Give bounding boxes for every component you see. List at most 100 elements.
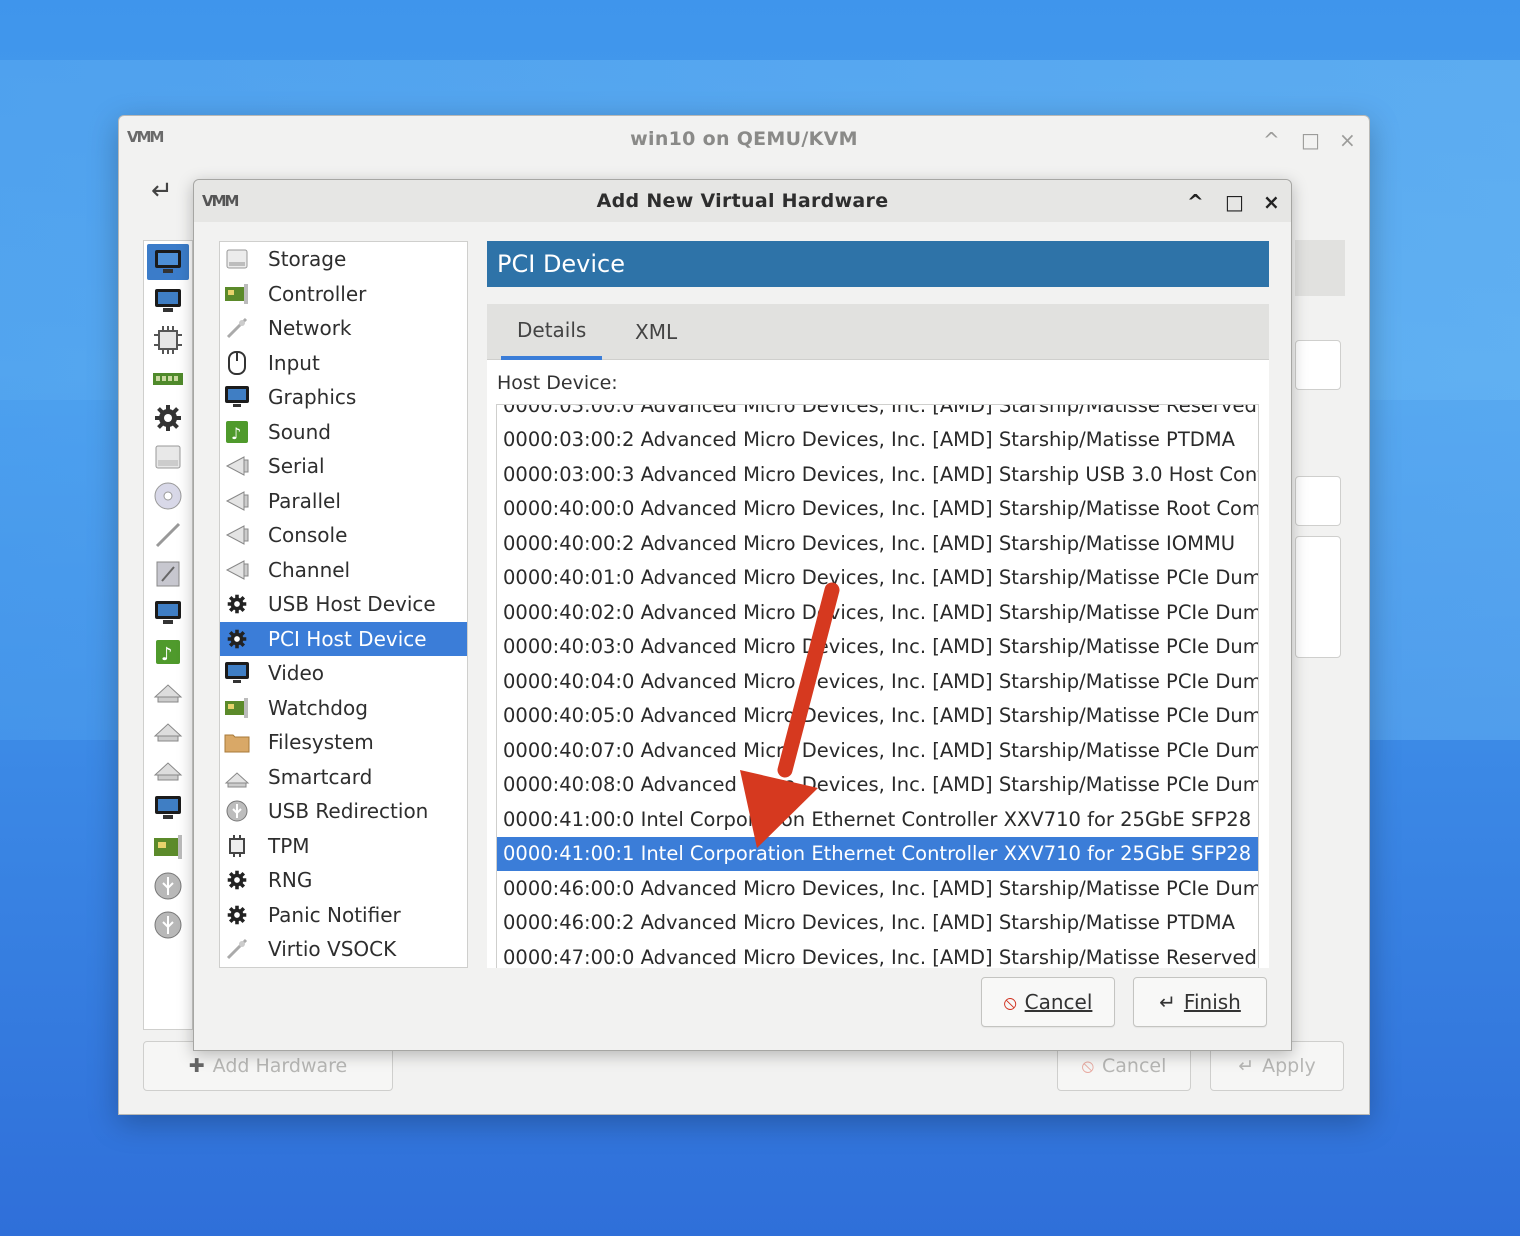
device-row[interactable]: 0000:03:00:2 Advanced Micro Devices, Inc… — [497, 423, 1258, 458]
device-row[interactable]: 0000:40:03:0 Advanced Micro Devices, Inc… — [497, 630, 1258, 665]
vmm-logo-icon: VMM — [202, 192, 239, 210]
usb-icon[interactable] — [150, 868, 186, 904]
finish-label: Finish — [1183, 990, 1241, 1014]
maximize-chevron-icon[interactable]: ^ — [1263, 128, 1280, 152]
hardware-type-item[interactable]: Smartcard — [220, 760, 467, 795]
hardware-type-item[interactable]: Console — [220, 518, 467, 553]
storage-icon — [224, 246, 250, 272]
parallel-port-icon — [224, 488, 250, 514]
background-field — [1295, 476, 1341, 526]
network-plug-icon — [224, 315, 250, 341]
main-cancel-label: Cancel — [1102, 1055, 1167, 1077]
hardware-type-item[interactable]: ♪ Sound — [220, 415, 467, 450]
chip-icon — [224, 833, 250, 859]
cancel-icon: ⦸ — [1081, 1055, 1094, 1077]
vmm-logo-icon: VMM — [127, 128, 164, 146]
restore-icon[interactable]: □ — [1225, 190, 1244, 214]
network-plug-icon[interactable] — [150, 517, 186, 553]
details-pane: Host Device: 0000:03:00:0 Advanced Micro… — [487, 360, 1269, 968]
hardware-type-item[interactable]: Parallel — [220, 484, 467, 519]
maximize-chevron-icon[interactable]: ^ — [1187, 190, 1204, 214]
add-hardware-dialog: VMM Add New Virtual Hardware ^ □ × Stora… — [193, 179, 1292, 1051]
device-icon-column: ♪ — [143, 240, 193, 1030]
device-row[interactable]: 0000:40:04:0 Advanced Micro Devices, Inc… — [497, 664, 1258, 699]
tab-details[interactable]: Details — [501, 304, 603, 360]
hardware-type-item[interactable]: Input — [220, 346, 467, 381]
tablet-icon[interactable] — [150, 556, 186, 592]
hardware-type-item[interactable]: Watchdog — [220, 691, 467, 726]
hardware-type-item[interactable]: Network — [220, 311, 467, 346]
return-icon[interactable]: ↵ — [151, 176, 173, 206]
hardware-type-item[interactable]: Storage — [220, 242, 467, 277]
restore-icon[interactable]: □ — [1301, 128, 1320, 152]
device-row[interactable]: 0000:46:00:2 Advanced Micro Devices, Inc… — [497, 906, 1258, 941]
hardware-type-label: Controller — [268, 281, 367, 306]
cancel-label: Cancel — [1024, 990, 1093, 1014]
hardware-type-label: Parallel — [268, 488, 341, 513]
serial-icon[interactable] — [150, 751, 186, 787]
channel-port-icon — [224, 557, 250, 583]
finish-button[interactable]: ↵ Finish — [1133, 977, 1267, 1027]
section-header: PCI Device — [487, 241, 1269, 287]
hardware-type-item[interactable]: USB Host Device — [220, 587, 467, 622]
device-row[interactable]: 0000:40:07:0 Advanced Micro Devices, Inc… — [497, 733, 1258, 768]
dialog-titlebar: VMM Add New Virtual Hardware ^ □ × — [194, 180, 1291, 222]
memory-icon[interactable] — [150, 361, 186, 397]
hardware-type-item[interactable]: Controller — [220, 277, 467, 312]
serial-icon[interactable] — [150, 673, 186, 709]
device-row[interactable]: 0000:40:00:2 Advanced Micro Devices, Inc… — [497, 526, 1258, 561]
tab-xml-label: XML — [635, 320, 678, 344]
hardware-type-item[interactable]: Panic Notifier — [220, 898, 467, 933]
controller-card-icon[interactable] — [150, 829, 186, 865]
gear-icon[interactable] — [150, 400, 186, 436]
hardware-type-item[interactable]: Serial — [220, 449, 467, 484]
device-row[interactable]: 0000:41:00:1 Intel Corporation Ethernet … — [497, 836, 1258, 871]
sound-icon: ♪ — [224, 419, 250, 445]
cpu-chip-icon[interactable] — [150, 322, 186, 358]
hardware-type-item[interactable]: USB Redirection — [220, 794, 467, 829]
controller-card-icon — [224, 695, 250, 721]
tab-bar: Details XML — [487, 304, 1269, 360]
add-hardware-label: Add Hardware — [212, 1055, 348, 1077]
close-icon[interactable]: × — [1263, 190, 1280, 214]
cancel-icon: ⦸ — [1003, 990, 1017, 1014]
input-mouse-icon — [224, 350, 250, 376]
hardware-type-item[interactable]: Video — [220, 656, 467, 691]
monitor-icon[interactable] — [150, 283, 186, 319]
device-row[interactable]: 0000:40:02:0 Advanced Micro Devices, Inc… — [497, 595, 1258, 630]
tab-xml[interactable]: XML — [635, 304, 677, 360]
device-row[interactable]: 0000:40:08:0 Advanced Micro Devices, Inc… — [497, 768, 1258, 803]
hardware-type-label: Graphics — [268, 385, 357, 410]
background-field — [1295, 340, 1341, 390]
hardware-type-item[interactable]: RNG — [220, 863, 467, 898]
device-row[interactable]: 0000:47:00:0 Advanced Micro Devices, Inc… — [497, 940, 1258, 968]
device-row[interactable]: 0000:46:00:0 Advanced Micro Devices, Inc… — [497, 871, 1258, 906]
hardware-type-item[interactable]: Virtio VSOCK — [220, 932, 467, 967]
monitor-icon[interactable] — [150, 790, 186, 826]
usb-icon[interactable] — [150, 907, 186, 943]
device-row[interactable]: 0000:40:00:0 Advanced Micro Devices, Inc… — [497, 492, 1258, 527]
close-icon[interactable]: × — [1339, 128, 1356, 152]
device-row[interactable]: 0000:03:00:3 Advanced Micro Devices, Inc… — [497, 457, 1258, 492]
device-row[interactable]: 0000:41:00:0 Intel Corporation Ethernet … — [497, 802, 1258, 837]
device-row[interactable]: 0000:40:01:0 Advanced Micro Devices, Inc… — [497, 561, 1258, 596]
device-row[interactable]: 0000:40:05:0 Advanced Micro Devices, Inc… — [497, 699, 1258, 734]
storage-disk-icon[interactable] — [150, 439, 186, 475]
host-device-list[interactable]: 0000:03:00:0 Advanced Micro Devices, Inc… — [496, 404, 1259, 968]
hardware-type-item[interactable]: Channel — [220, 553, 467, 588]
cdrom-icon[interactable] — [150, 478, 186, 514]
monitor-icon[interactable] — [150, 595, 186, 631]
serial-icon[interactable] — [150, 712, 186, 748]
network-plug-icon — [224, 936, 250, 962]
hardware-type-item[interactable]: TPM — [220, 829, 467, 864]
hardware-type-item[interactable]: Graphics — [220, 380, 467, 415]
hardware-type-label: Input — [268, 350, 320, 375]
hardware-type-item[interactable]: PCI Host Device — [220, 621, 467, 656]
sound-icon[interactable]: ♪ — [150, 634, 186, 670]
overview-monitor-icon[interactable] — [147, 244, 189, 280]
device-row[interactable]: 0000:03:00:0 Advanced Micro Devices, Inc… — [497, 405, 1258, 423]
tab-details-label: Details — [517, 318, 587, 342]
hardware-type-item[interactable]: Filesystem — [220, 725, 467, 760]
cancel-button[interactable]: ⦸ Cancel — [981, 977, 1115, 1027]
usb-icon — [224, 798, 250, 824]
